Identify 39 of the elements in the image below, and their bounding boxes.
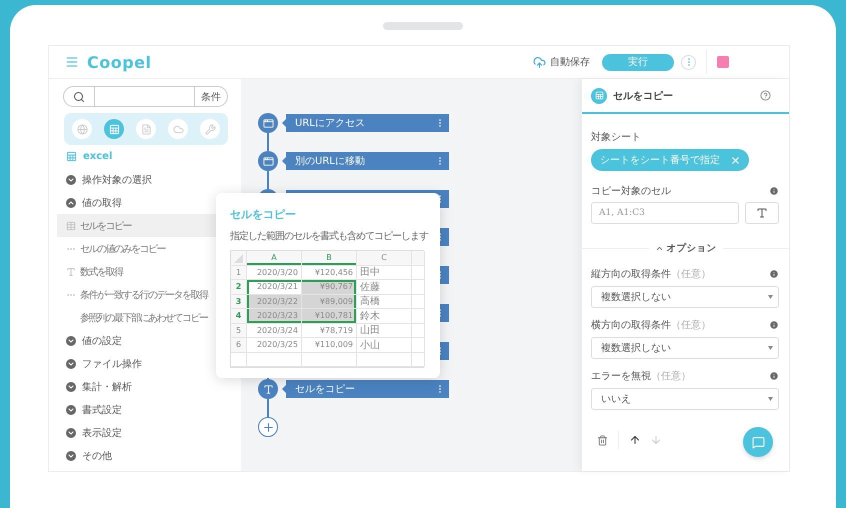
autosave-label: 自動保存	[550, 56, 590, 69]
row-header: 3	[231, 294, 247, 309]
field-label: 横方向の取得条件	[591, 320, 671, 331]
table-cell: 2020/3/24	[247, 324, 302, 338]
table-cell: 佐藤	[357, 280, 412, 294]
table-cell: 高橋	[357, 294, 412, 309]
table-cell: 田中	[357, 266, 412, 280]
table-cell: 2020/3/25	[247, 338, 302, 352]
table-cell: ¥90,767	[302, 280, 357, 294]
field-label: 対象シート	[591, 130, 642, 144]
optional-note: （任意）	[651, 371, 691, 382]
table-cell: 2020/3/20	[247, 266, 302, 280]
table-cell: 小山	[357, 338, 412, 352]
table-cell: 鈴木	[357, 309, 412, 324]
table-cell: ¥100,781	[302, 309, 357, 324]
panel-title: セルをコピー	[613, 90, 674, 102]
table-cell: 2020/3/22	[247, 294, 302, 309]
row-header: 1	[231, 266, 247, 280]
row-header: 4	[231, 309, 247, 324]
column-header: B	[302, 251, 357, 266]
table-cell: ¥89,009	[302, 294, 357, 309]
table-cell: ¥110,009	[302, 338, 357, 352]
field-label: コピー対象のセル	[591, 184, 671, 198]
table-cell: ¥78,719	[302, 324, 357, 338]
row-header: 5	[231, 324, 247, 338]
optional-note: （任意）	[671, 320, 711, 331]
section-title: excel	[57, 145, 235, 168]
table-cell: ¥120,456	[302, 266, 357, 280]
field-label: 縦方向の取得条件	[591, 269, 671, 280]
table-cell: 山田	[357, 324, 412, 338]
field-label: エラーを無視	[591, 371, 651, 382]
column-header: A	[247, 251, 302, 266]
row-header: 2	[231, 280, 247, 294]
column-header: C	[357, 251, 412, 266]
logo: Coopel	[87, 52, 152, 72]
table-cell: 2020/3/21	[247, 280, 302, 294]
optional-note: （任意）	[671, 269, 711, 280]
row-header: 6	[231, 338, 247, 352]
table-cell: 2020/3/23	[247, 309, 302, 324]
